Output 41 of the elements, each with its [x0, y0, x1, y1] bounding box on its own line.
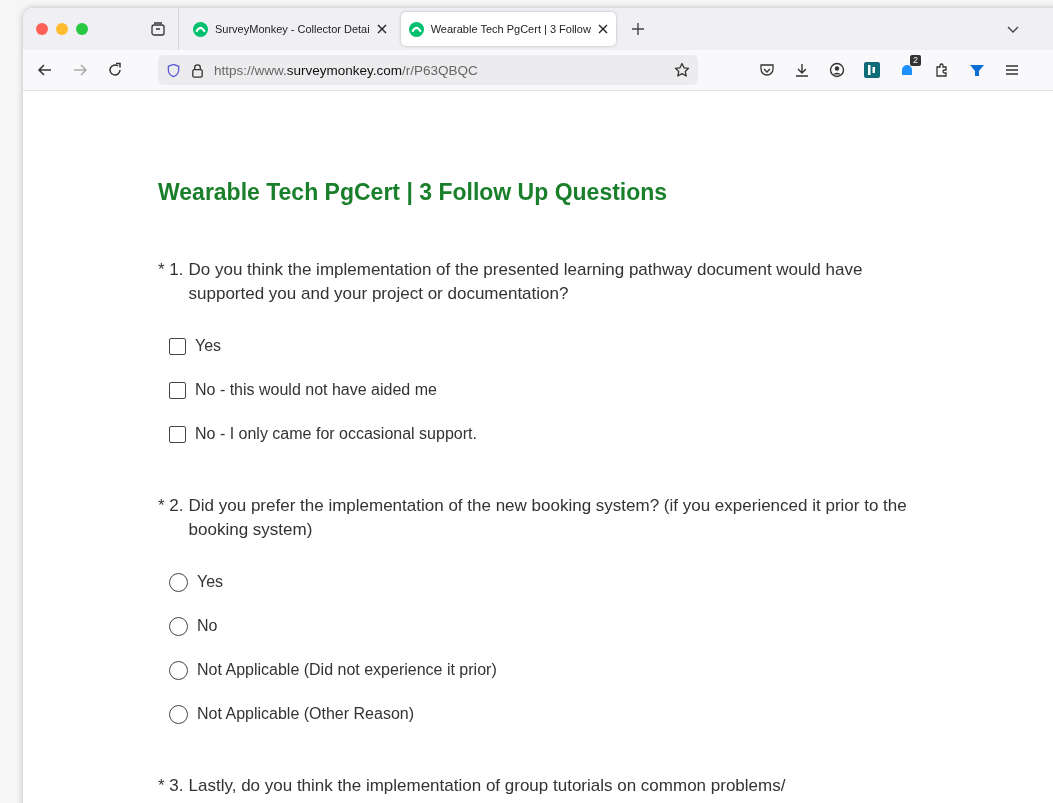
url-text: https://www.surveymonkey.com/r/P63QBQC: [214, 62, 479, 78]
option-label[interactable]: Not Applicable (Did not experience it prior): [197, 661, 497, 679]
close-window-icon[interactable]: [36, 23, 48, 35]
question-number: * 2.: [158, 495, 184, 517]
question-number: * 1.: [158, 259, 184, 281]
tab-overview-icon[interactable]: [150, 21, 166, 37]
browser-tab[interactable]: SurveyMonkey - Collector Detai: [185, 12, 395, 46]
extension-logo-icon[interactable]: [864, 62, 880, 78]
option-label[interactable]: No: [197, 617, 218, 635]
survey-title: Wearable Tech PgCert | 3 Follow Up Questions: [158, 179, 669, 206]
checkbox[interactable]: [169, 381, 186, 399]
close-tab-icon[interactable]: [597, 24, 608, 34]
menu-icon[interactable]: [1004, 62, 1020, 78]
checkbox[interactable]: [169, 337, 186, 355]
new-tab-icon[interactable]: [629, 21, 646, 37]
checkbox[interactable]: [169, 425, 186, 443]
site-logo-icon: [193, 21, 208, 37]
option-label[interactable]: No - I only came for occasional support.: [195, 425, 477, 443]
download-icon[interactable]: [794, 62, 810, 78]
option-label[interactable]: Not Applicable (Other Reason): [197, 705, 414, 723]
close-tab-icon[interactable]: [376, 24, 387, 34]
option-label[interactable]: No - this would not have aided me: [195, 381, 437, 399]
shield-icon[interactable]: [166, 62, 181, 78]
question-text: Did you prefer the implementation of the new booking system? (if you experienced it prior to the booking system): [188, 495, 908, 541]
browser-tab[interactable]: Wearable Tech PgCert | 3 Follow: [400, 12, 616, 46]
question-number: * 3.: [158, 775, 184, 797]
bookmark-star-icon[interactable]: [674, 62, 690, 78]
account-icon[interactable]: [829, 62, 845, 78]
extensions-puzzle-icon[interactable]: [934, 62, 950, 78]
pocket-icon[interactable]: [759, 62, 775, 78]
question-text: Lastly, do you think the implementation of group tutorials on common problems/: [188, 775, 786, 797]
notification-badge: 2: [910, 55, 921, 66]
option-label[interactable]: Yes: [195, 337, 222, 355]
question-text: Do you think the implementation of the presented learning pathway document would have supported you and your project or documentation?: [188, 259, 864, 305]
funnel-icon[interactable]: [969, 62, 985, 78]
reload-icon[interactable]: [107, 62, 123, 78]
lock-icon[interactable]: [190, 62, 205, 78]
site-logo-icon: [408, 21, 424, 37]
back-icon[interactable]: [37, 62, 53, 78]
option-label[interactable]: Yes: [197, 573, 224, 591]
address-bar[interactable]: https://www.surveymonkey.com/r/P63QBQC: [158, 55, 698, 85]
